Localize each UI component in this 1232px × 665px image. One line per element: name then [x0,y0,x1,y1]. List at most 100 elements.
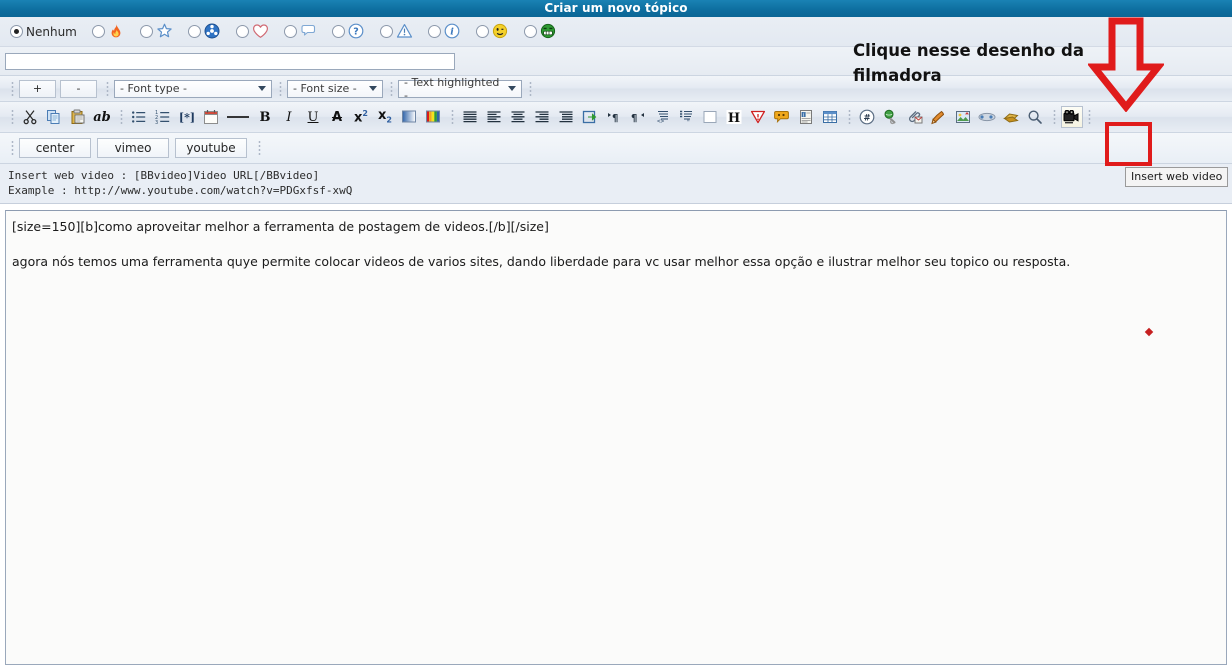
radio-smiley-green[interactable] [523,25,537,38]
flash-icon[interactable] [976,106,998,128]
cut-icon[interactable] [19,106,41,128]
toolbar-grip-icon[interactable] [120,109,123,125]
attachment-icon[interactable] [904,106,926,128]
font-color-icon[interactable] [422,106,444,128]
font-decrease-button[interactable]: - [60,79,97,98]
prefix-option-thought[interactable] [283,23,327,41]
rtl-direction-icon[interactable]: ¶ [603,106,625,128]
radio-heart[interactable] [235,25,249,38]
copy-icon[interactable] [43,106,65,128]
link-icon[interactable] [880,106,902,128]
prefix-option-smiley-green[interactable] [523,23,567,41]
italic-icon[interactable]: I [278,106,300,128]
text-highlight-select-value: - Text highlighted - [404,75,500,102]
toolbar-grip-icon[interactable] [106,80,109,97]
font-increase-button[interactable]: + [19,79,56,98]
toolbar-grip-icon[interactable] [848,109,851,125]
prefix-option-warning[interactable] [379,23,423,41]
prefix-option-smiley-wink[interactable] [475,23,519,41]
toolbar-grip-icon[interactable] [390,80,393,97]
toolbar-grip-icon[interactable] [451,109,454,125]
subscript-icon[interactable]: x2 [374,106,396,128]
spoiler-icon[interactable] [747,106,769,128]
subject-input[interactable] [5,52,455,70]
heading-icon[interactable]: H [723,106,745,128]
radio-smiley-wink[interactable] [475,25,489,38]
bookmark-icon[interactable] [1000,106,1022,128]
text-highlight-select[interactable]: - Text highlighted - [398,76,522,102]
highlight-rectangle [1105,122,1152,166]
radio-warning[interactable] [379,25,393,38]
search-icon[interactable] [1024,106,1046,128]
page-title: Criar um novo tópico [544,1,688,15]
bbcode-button-center[interactable]: center [19,138,91,158]
table-icon[interactable] [819,106,841,128]
indent-icon[interactable] [555,106,577,128]
radio-none[interactable] [10,25,23,38]
emoticon-icon[interactable] [771,106,793,128]
radio-info[interactable] [427,25,441,38]
background-color-icon[interactable] [398,106,420,128]
paste-icon[interactable] [67,106,89,128]
font-type-select[interactable]: - Font type - [114,79,272,98]
editor-line-1: [size=150][b]como aproveitar melhor a fe… [12,219,549,234]
font-type-select-value: - Font type - [120,82,187,95]
video-camera-icon[interactable] [1061,106,1083,128]
window-title-bar: Criar um novo tópico [0,0,1232,17]
message-editor[interactable]: [size=150][b]como aproveitar melhor a fe… [5,210,1227,665]
radio-radioactive[interactable] [187,25,201,38]
bbcode-button-youtube[interactable]: youtube [175,138,247,158]
prefix-option-info[interactable]: i [427,23,471,41]
info-icon: i [444,23,462,41]
font-size-select[interactable]: - Font size - [287,79,383,98]
bold-icon[interactable]: B [254,106,276,128]
warning-icon [396,23,414,41]
bbcode-button-vimeo[interactable]: vimeo [97,138,169,158]
svg-text:¶: ¶ [612,113,618,124]
prefix-option-question[interactable]: ? [331,23,375,41]
question-icon: ? [348,23,366,41]
white-box-icon[interactable] [699,106,721,128]
toolbar-grip-icon[interactable] [11,109,14,125]
underline-icon[interactable]: U [302,106,324,128]
align-center-icon[interactable] [507,106,529,128]
superscript-icon[interactable]: x2 [350,106,372,128]
toolbar-grip-icon[interactable] [258,140,261,156]
list-item-icon[interactable]: [*] [176,106,198,128]
radio-question[interactable] [331,25,345,38]
horizontal-rule-icon[interactable] [224,106,252,128]
strikethrough-icon[interactable]: A [326,106,348,128]
spellcheck-ab-icon[interactable]: ab [91,106,113,128]
toolbar-grip-icon[interactable] [11,140,14,156]
align-left-icon[interactable] [483,106,505,128]
prefix-option-radioactive[interactable] [187,23,231,41]
chevron-down-icon [369,86,377,91]
paint-icon[interactable] [928,106,950,128]
toolbar-grip-icon[interactable] [11,80,14,97]
image-icon[interactable] [952,106,974,128]
ltr-icon[interactable] [579,106,601,128]
toolbar-grip-icon[interactable] [529,80,532,97]
quote-block-icon[interactable]: " [675,106,697,128]
align-right-icon[interactable] [531,106,553,128]
annotation-text: Clique nesse desenho da filmadora [853,41,1084,85]
rtl-text-icon[interactable]: ¶ [627,106,649,128]
radio-star[interactable] [139,25,153,38]
toolbar-grip-icon[interactable] [279,80,282,97]
toolbar-row-2: ab 123 [*] B I U A x2 x2 ¶ ¶ <> " H i # [0,102,1232,133]
numbered-list-icon[interactable]: 123 [152,106,174,128]
hash-anchor-icon[interactable]: # [856,106,878,128]
prefix-option-star[interactable] [139,23,183,41]
toolbar-grip-icon[interactable] [1053,109,1056,125]
info-page-icon[interactable]: i [795,106,817,128]
bbcode-button-row: center vimeo youtube [0,133,1232,164]
radio-thought[interactable] [283,25,297,38]
align-justify-icon[interactable] [459,106,481,128]
radio-fire[interactable] [91,25,105,38]
code-block-icon[interactable]: <> [651,106,673,128]
calendar-icon[interactable] [200,106,222,128]
prefix-option-fire[interactable] [91,23,135,41]
bullet-list-icon[interactable] [128,106,150,128]
prefix-option-heart[interactable] [235,23,279,41]
prefix-option-none[interactable]: Nenhum [10,25,87,39]
